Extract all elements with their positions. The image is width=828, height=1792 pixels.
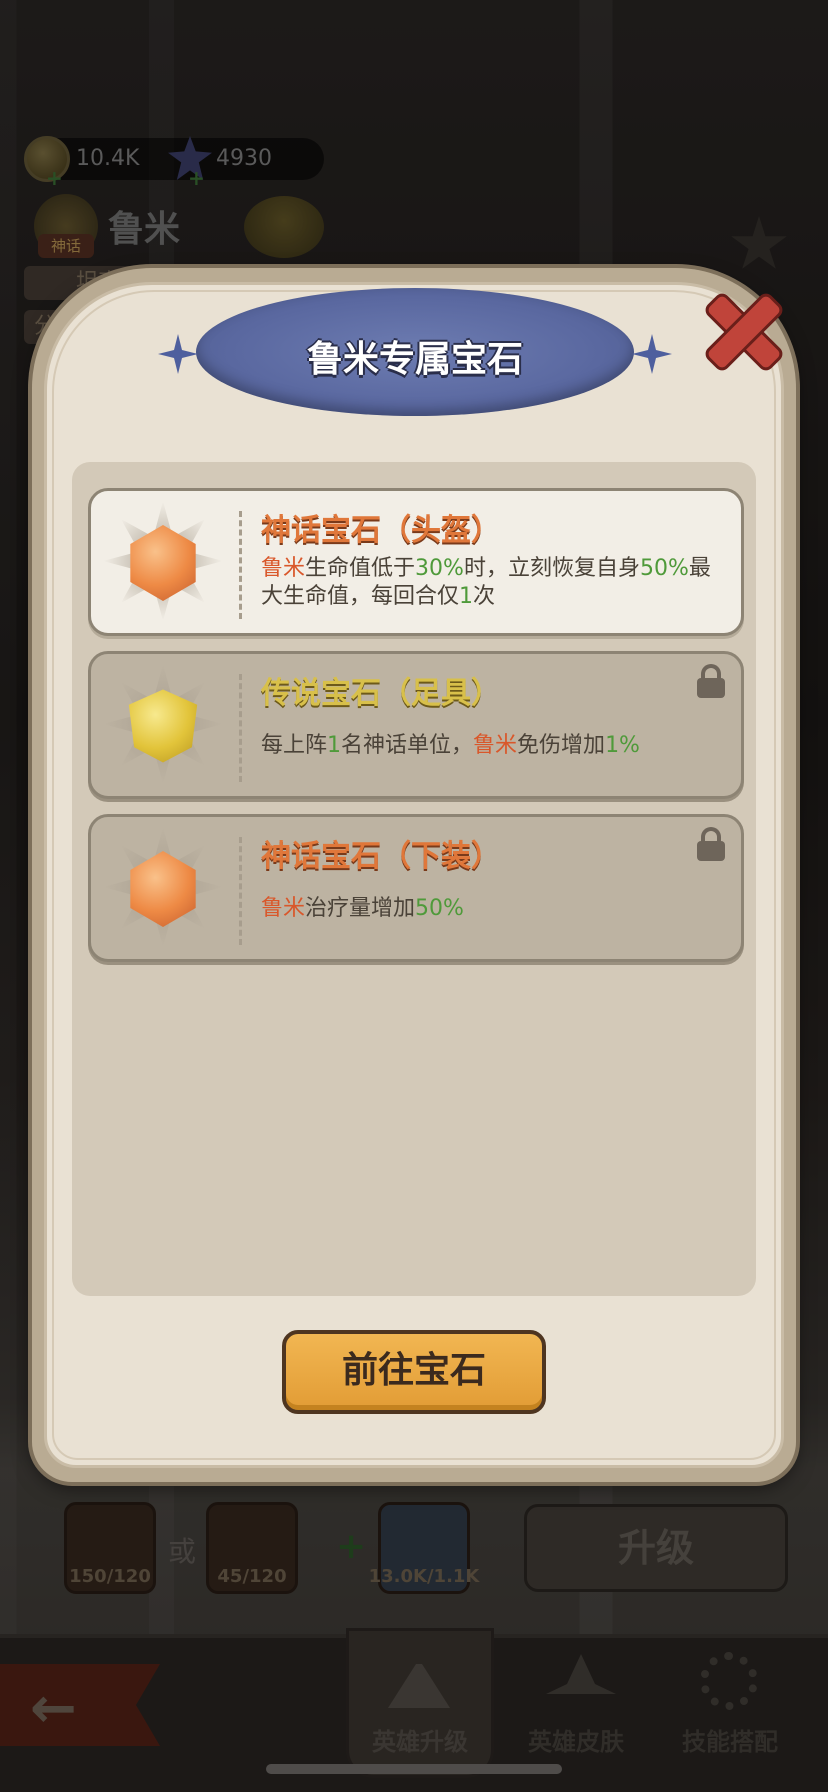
gem-title: 神话宝石（头盔） <box>261 513 501 548</box>
dialog-title: 鲁米专属宝石 <box>306 339 523 380</box>
gem-desc-line-1: 鲁米治疗量增加50% <box>261 895 721 923</box>
card-divider <box>239 511 242 619</box>
desc-text: 时，立刻恢复自身 <box>463 556 640 581</box>
desc-text: 生命值低于 <box>305 556 416 581</box>
goto-gem-button[interactable]: 前往宝石 <box>282 1330 546 1414</box>
gem-description: 每上阵1名神话单位，鲁米免伤增加1% <box>261 732 721 760</box>
gem-description: 鲁米治疗量增加50% <box>261 895 721 923</box>
desc-text: 次 <box>473 584 496 609</box>
highlight-hero-name: 鲁米 <box>473 733 518 758</box>
lock-icon <box>697 664 725 698</box>
close-icon[interactable] <box>704 292 784 372</box>
highlight-hero-name: 鲁米 <box>261 556 306 581</box>
card-divider <box>239 674 242 782</box>
gem-desc-line-1: 每上阵1名神话单位，鲁米免伤增加1% <box>261 732 721 760</box>
highlight-number: 1 <box>327 733 342 758</box>
gem-card-pants[interactable]: 神话宝石（下装） 鲁米治疗量增加50% <box>88 814 744 962</box>
gem-desc-line-1: 鲁米生命值低于30%时，立刻恢复自身50%最 <box>261 555 721 583</box>
desc-text: 名神话单位， <box>341 733 474 758</box>
gem-description: 鲁米生命值低于30%时，立刻恢复自身50%最 大生命值，每回合仅1次 <box>261 555 721 611</box>
highlight-number: 30% <box>415 556 464 581</box>
desc-text: 治疗量增加 <box>305 896 416 921</box>
highlight-number: 1% <box>605 733 640 758</box>
gem-desc-line-2: 大生命值，每回合仅1次 <box>261 583 721 611</box>
lock-icon <box>697 827 725 861</box>
highlight-hero-name: 鲁米 <box>261 896 306 921</box>
gem-card-helmet[interactable]: 神话宝石（头盔） 鲁米生命值低于30%时，立刻恢复自身50%最 大生命值，每回合… <box>88 488 744 636</box>
desc-text: 最 <box>688 556 711 581</box>
gem-title: 传说宝石（足具） <box>261 676 501 711</box>
gem-card-boots[interactable]: 传说宝石（足具） 每上阵1名神话单位，鲁米免伤增加1% <box>88 651 744 799</box>
highlight-number: 50% <box>639 556 689 581</box>
desc-text: 大生命值，每回合仅 <box>261 584 460 609</box>
desc-text: 免伤增加 <box>517 733 606 758</box>
gem-title: 神话宝石（下装） <box>261 839 501 874</box>
highlight-number: 50% <box>415 896 464 921</box>
card-divider <box>239 837 242 945</box>
desc-text: 每上阵 <box>261 733 328 758</box>
highlight-number: 1 <box>459 584 474 609</box>
